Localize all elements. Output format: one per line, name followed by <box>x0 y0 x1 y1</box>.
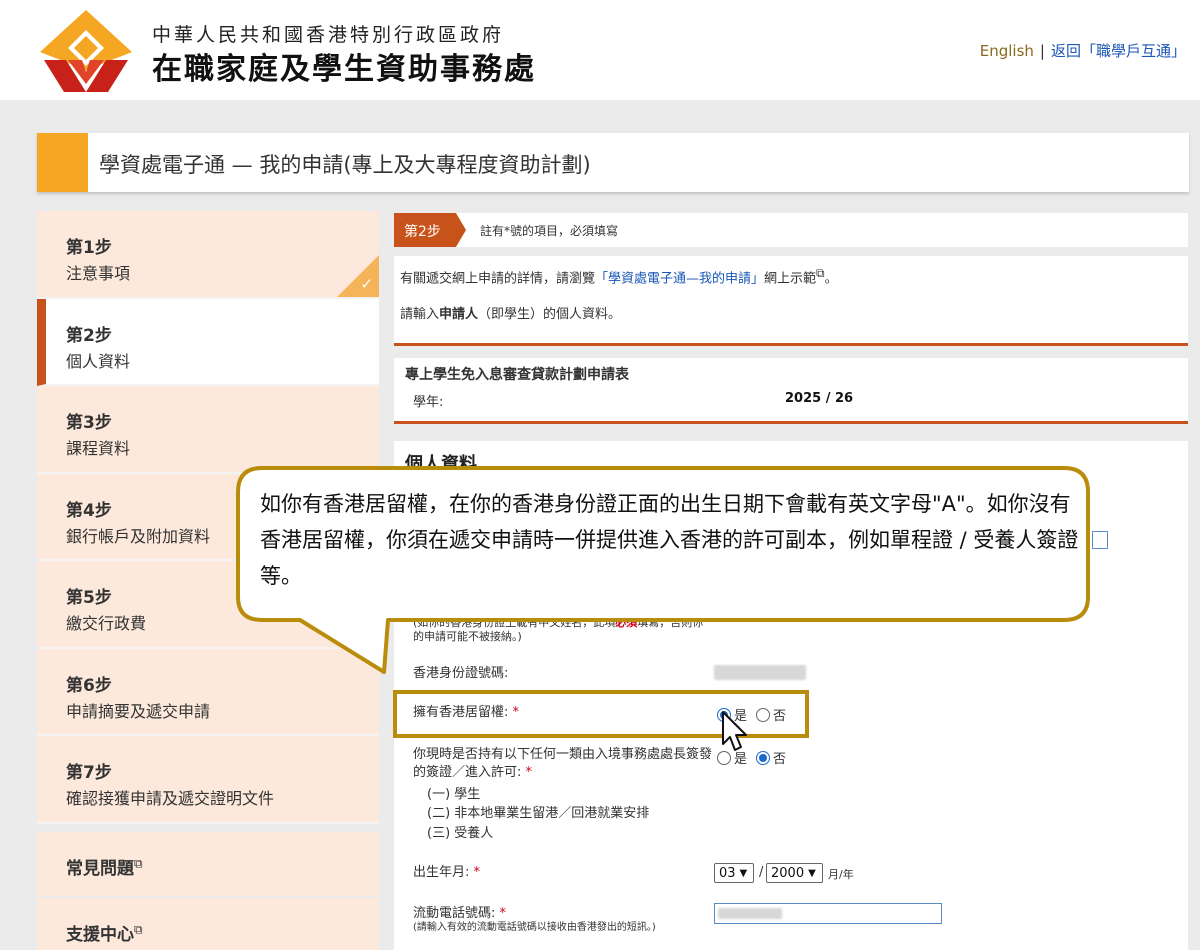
dob-month-select[interactable]: 03 ▼ <box>714 863 754 883</box>
form-header: 專上學生免入息審查貸款計劃申請表 學年: 2025 / 26 <box>394 358 1188 424</box>
info-text: 網上示範 <box>764 271 817 287</box>
info-text: 有關遞交網上申請的詳情，請瀏覽 <box>400 271 596 287</box>
back-link[interactable]: 返回「職學戶互通」 <box>1051 42 1186 60</box>
form-title: 專上學生免入息審查貸款計劃申請表 <box>405 367 629 383</box>
site-header: 中華人民共和國香港特別行政區政府 在職家庭及學生資助事務處 English | 返回… <box>0 0 1200 100</box>
step-number: 第7步 <box>66 763 112 783</box>
chinese-name-note: (如你的香港身份證上載有中文姓名，此項必須填寫，否則你的申請可能不被接納。) <box>413 616 713 644</box>
external-link-icon: ⧉ <box>816 266 825 280</box>
chevron-down-icon: ▼ <box>808 867 816 879</box>
mouse-cursor-icon <box>722 711 747 751</box>
faq-link[interactable]: 常見問題⧉ <box>37 832 379 896</box>
org-name-line2: 在職家庭及學生資助事務處 <box>152 52 536 87</box>
note-required: 必須 <box>615 616 638 629</box>
step-label: 確認接獲申請及遞交證明文件 <box>66 789 275 808</box>
select-value: 2000 <box>771 865 805 881</box>
visa-option-2: (二) 非本地畢業生留港／回港就業安排 <box>427 806 650 821</box>
required-mark: * <box>512 705 520 720</box>
step-label: 申請摘要及遞交申請 <box>66 701 211 721</box>
mobile-note: (請輸入有效的流動電話號碼以接收由香港發出的短訊。) <box>413 922 656 933</box>
mobile-label: 流動電話號碼: * <box>413 906 506 922</box>
logo-icon <box>40 10 132 92</box>
radio-label: 否 <box>773 709 787 724</box>
label-text: 擁有香港居留權: <box>413 705 509 720</box>
callout-text: 如你有香港居留權，在你的香港身份證正面的出生日期下會載有英文字母"A"。如你沒有… <box>260 492 1079 588</box>
page-title-bar: 學資處電子通 — 我的申請(專上及大專程度資助計劃) <box>37 133 1189 192</box>
radio-label: 否 <box>773 752 787 767</box>
support-label: 支援中心 <box>66 925 134 945</box>
hkid-label: 香港身份證號碼: <box>413 666 509 681</box>
section-title: 個人資料 <box>405 454 477 475</box>
external-link-icon: ⧉ <box>134 856 143 871</box>
sidebar-step-1[interactable]: 第1步 注意事項 ✓ <box>37 211 379 299</box>
step-bar: 第2步 註有*號的項目，必須填寫 <box>394 213 1188 247</box>
label-text: 流動電話號碼: <box>413 906 496 921</box>
sidebar-step-6[interactable]: 第6步 申請摘要及遞交申請 <box>37 648 379 736</box>
dob-separator: / <box>759 865 764 880</box>
chevron-down-icon: ▼ <box>739 867 748 879</box>
info-text: （即學生）的個人資料。 <box>478 307 622 322</box>
checkmark-icon: ✓ <box>360 274 373 293</box>
sidebar-step-2[interactable]: 第2步 個人資料 <box>37 298 379 386</box>
label-text: 出生年月: <box>413 865 470 880</box>
year-value: 2025 / 26 <box>785 391 854 406</box>
step-label: 繳交行政費 <box>66 614 147 633</box>
year-label: 學年: <box>413 395 444 410</box>
step-label: 課程資料 <box>66 439 131 458</box>
info-text: 請輸入 <box>400 307 440 322</box>
abode-no-radio[interactable] <box>756 707 771 722</box>
step-number: 第1步 <box>66 238 112 258</box>
sidebar-step-3[interactable]: 第3步 課程資料 <box>37 386 379 474</box>
visa-option-3: (三) 受養人 <box>427 826 494 841</box>
sidebar-step-7[interactable]: 第7步 確認接獲申請及遞交證明文件 <box>37 736 379 824</box>
info-panel: 有關遞交網上申請的詳情，請瀏覽「學資處電子通—我的申請」網上示範⧉。 請輸入申請… <box>394 256 1188 346</box>
dob-unit: 月/年 <box>828 868 854 881</box>
applicant-bold: 申請人 <box>439 307 479 322</box>
info-line-2: 請輸入申請人（即學生）的個人資料。 <box>400 303 621 322</box>
visa-no-radio[interactable] <box>756 750 771 765</box>
name-input-edge[interactable] <box>1092 531 1108 549</box>
note-text: (如你的香港身份證上載有中文姓名，此項 <box>413 616 616 629</box>
label-text: 你現時是否持有以下任何一類由入境事務處處長簽發的簽證／進入許可: <box>413 747 713 780</box>
required-mark: * <box>525 765 533 780</box>
step-number: 第6步 <box>66 675 112 696</box>
page-title: 學資處電子通 — 我的申請(專上及大專程度資助計劃) <box>99 153 591 177</box>
required-mark: * <box>473 865 481 880</box>
step-label: 注意事項 <box>66 264 131 283</box>
mobile-value-redacted <box>718 908 782 919</box>
visa-option-1: (一) 學生 <box>427 787 481 802</box>
title-accent <box>37 133 88 192</box>
step-badge: 第2步 <box>394 213 466 247</box>
support-link[interactable]: 支援中心⧉ <box>37 898 379 950</box>
org-name-line1: 中華人民共和國香港特別行政區政府 <box>152 24 505 46</box>
select-value: 03 <box>719 865 736 881</box>
link-separator: | <box>1039 42 1045 60</box>
step-label: 個人資料 <box>66 351 131 371</box>
step-number: 第2步 <box>66 325 112 346</box>
info-line-1: 有關遞交網上申請的詳情，請瀏覽「學資處電子通—我的申請」網上示範⧉。 <box>400 266 838 286</box>
english-link[interactable]: English <box>980 42 1034 60</box>
dob-year-select[interactable]: 2000 ▼ <box>766 863 823 883</box>
required-mark: * <box>499 906 507 921</box>
required-note: 註有*號的項目，必須填寫 <box>480 224 619 238</box>
visa-question: 你現時是否持有以下任何一類由入境事務處處長簽發的簽證／進入許可: * <box>413 746 713 782</box>
step-number: 第3步 <box>66 413 112 433</box>
right-of-abode-label: 擁有香港居留權: * <box>413 705 519 721</box>
external-link-icon: ⧉ <box>134 922 143 937</box>
info-text: 。 <box>824 271 838 287</box>
hkid-value-redacted <box>714 665 806 680</box>
top-links: English | 返回「職學戶互通」 <box>980 40 1186 61</box>
faq-label: 常見問題 <box>66 859 134 879</box>
demo-link[interactable]: 「學資處電子通—我的申請」 <box>595 271 764 286</box>
dob-label: 出生年月: * <box>413 865 480 881</box>
